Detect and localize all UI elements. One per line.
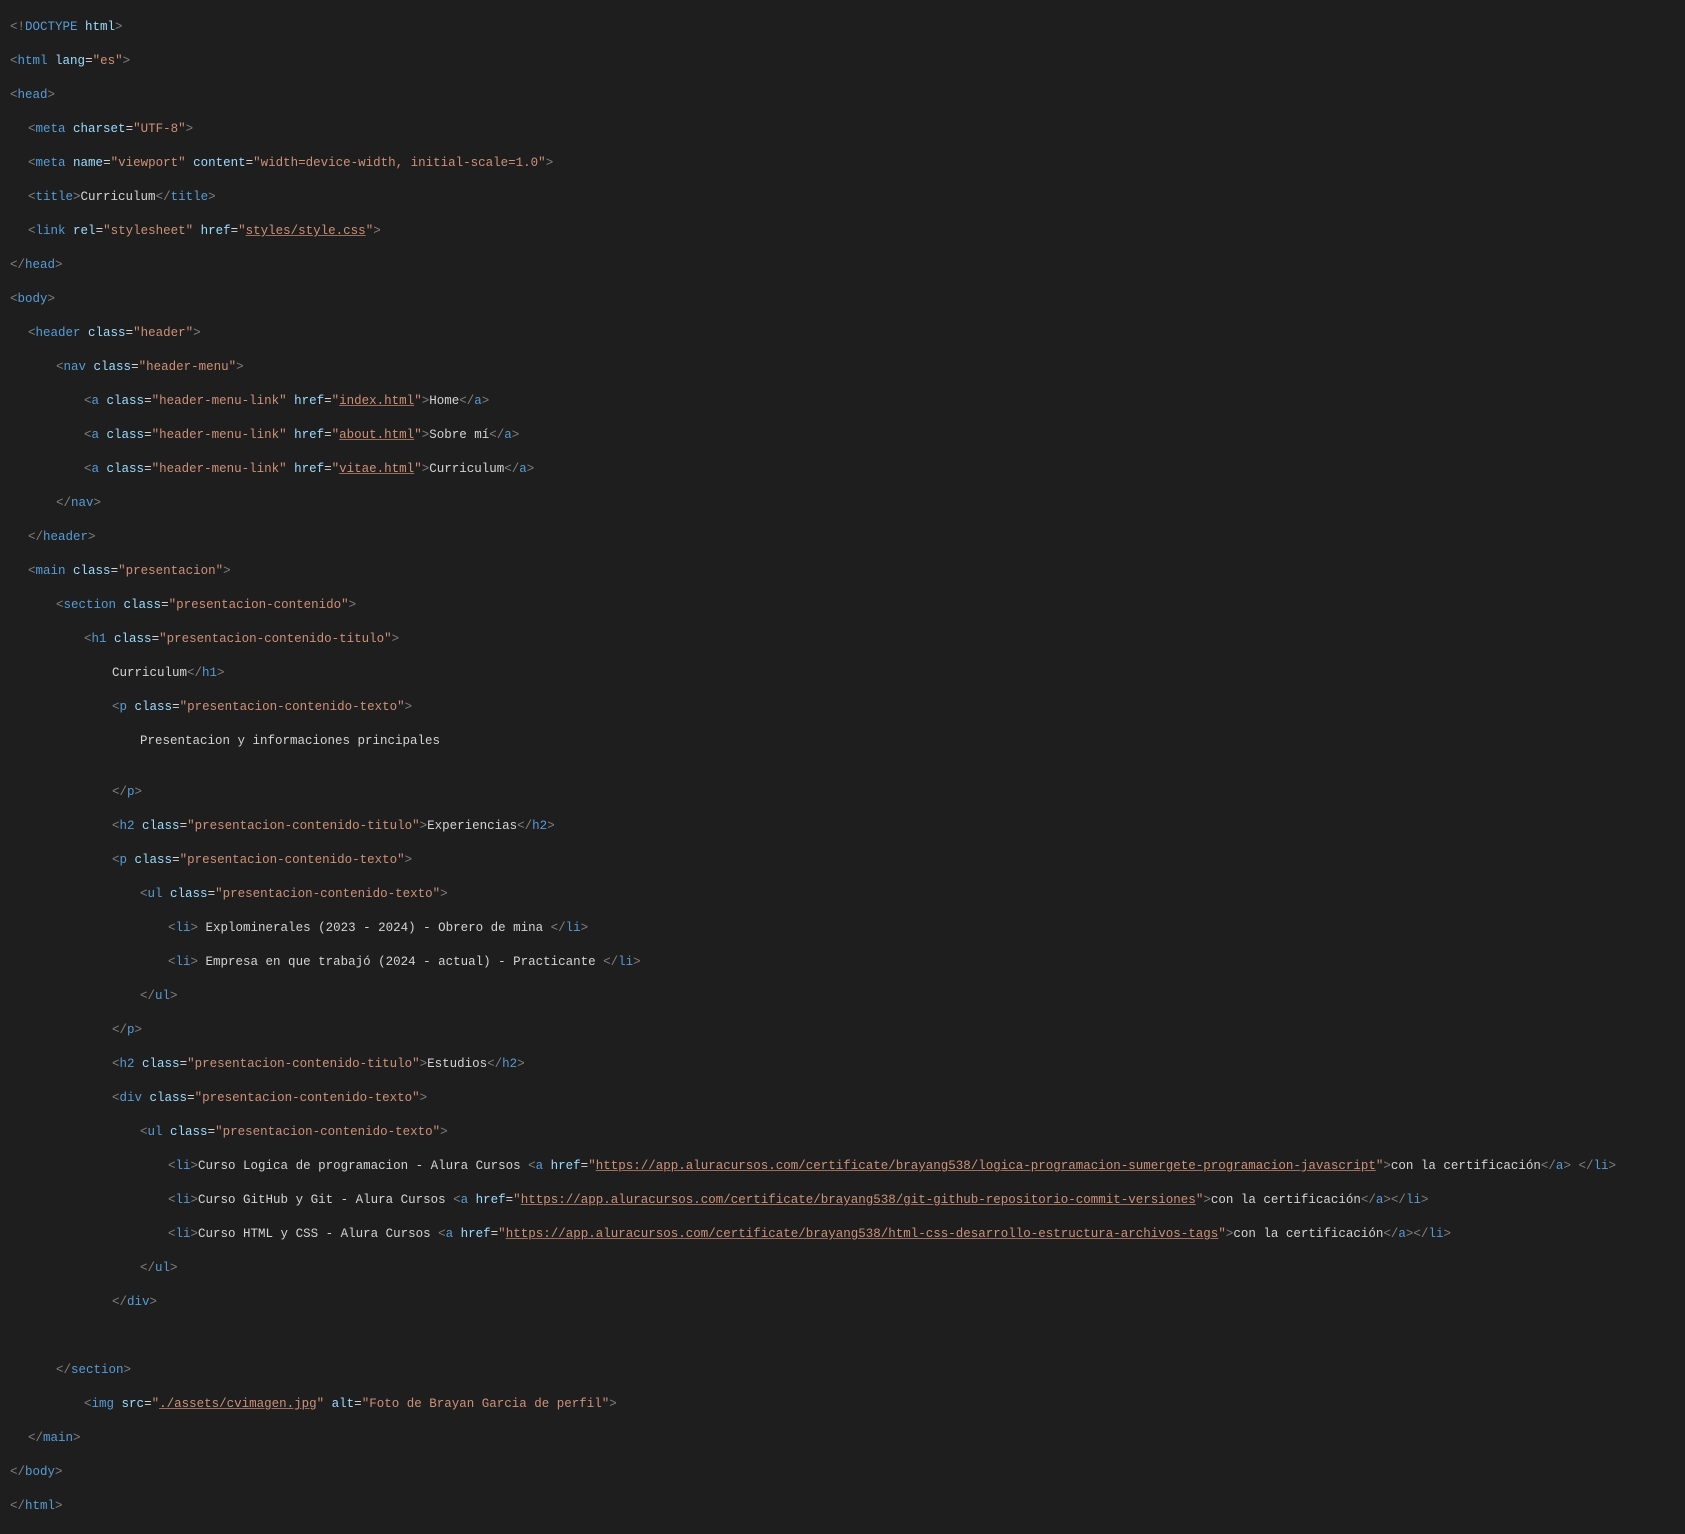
code-line[interactable]: Curriculum</h1> xyxy=(0,665,1685,682)
code-line[interactable]: </nav> xyxy=(0,495,1685,512)
code-line[interactable]: <a class="header-menu-link" href="vitae.… xyxy=(0,461,1685,478)
code-line[interactable]: </p> xyxy=(0,784,1685,801)
code-line[interactable]: <p class="presentacion-contenido-texto"> xyxy=(0,699,1685,716)
code-line[interactable]: <html lang="es"> xyxy=(0,53,1685,70)
code-line[interactable]: <body> xyxy=(0,291,1685,308)
code-line[interactable]: <link rel="stylesheet" href="styles/styl… xyxy=(0,223,1685,240)
code-line[interactable]: </ul> xyxy=(0,988,1685,1005)
code-line[interactable]: <p class="presentacion-contenido-texto"> xyxy=(0,852,1685,869)
code-line[interactable]: Presentacion y informaciones principales xyxy=(0,733,1685,750)
code-line[interactable]: </head> xyxy=(0,257,1685,274)
code-line[interactable]: <li>Curso GitHub y Git - Alura Cursos <a… xyxy=(0,1192,1685,1209)
code-line[interactable]: <li> Empresa en que trabajó (2024 - actu… xyxy=(0,954,1685,971)
code-editor[interactable]: <!DOCTYPE html> <html lang="es"> <head> … xyxy=(0,2,1685,1532)
code-line[interactable]: </html> xyxy=(0,1498,1685,1515)
code-line[interactable]: <h2 class="presentacion-contenido-titulo… xyxy=(0,1056,1685,1073)
code-line[interactable]: <ul class="presentacion-contenido-texto"… xyxy=(0,886,1685,903)
code-line[interactable]: <div class="presentacion-contenido-texto… xyxy=(0,1090,1685,1107)
code-line[interactable]: <h1 class="presentacion-contenido-titulo… xyxy=(0,631,1685,648)
code-line[interactable]: <meta charset="UTF-8"> xyxy=(0,121,1685,138)
code-line[interactable]: </main> xyxy=(0,1430,1685,1447)
code-line[interactable]: </header> xyxy=(0,529,1685,546)
code-line[interactable]: <title>Curriculum</title> xyxy=(0,189,1685,206)
code-line[interactable]: <head> xyxy=(0,87,1685,104)
code-line[interactable]: <li>Curso Logica de programacion - Alura… xyxy=(0,1158,1685,1175)
code-line[interactable]: </div> xyxy=(0,1294,1685,1311)
code-line[interactable] xyxy=(0,1328,1685,1345)
code-line[interactable]: <li>Curso HTML y CSS - Alura Cursos <a h… xyxy=(0,1226,1685,1243)
code-line[interactable]: </section> xyxy=(0,1362,1685,1379)
code-line[interactable]: <a class="header-menu-link" href="about.… xyxy=(0,427,1685,444)
code-line[interactable]: <h2 class="presentacion-contenido-titulo… xyxy=(0,818,1685,835)
code-line[interactable]: <header class="header"> xyxy=(0,325,1685,342)
code-line[interactable]: <nav class="header-menu"> xyxy=(0,359,1685,376)
code-line[interactable]: </p> xyxy=(0,1022,1685,1039)
code-line[interactable]: <a class="header-menu-link" href="index.… xyxy=(0,393,1685,410)
code-line[interactable]: </body> xyxy=(0,1464,1685,1481)
code-line[interactable]: <img src="./assets/cvimagen.jpg" alt="Fo… xyxy=(0,1396,1685,1413)
code-line[interactable]: <li> Explominerales (2023 - 2024) - Obre… xyxy=(0,920,1685,937)
code-line[interactable]: </ul> xyxy=(0,1260,1685,1277)
code-line[interactable]: <meta name="viewport" content="width=dev… xyxy=(0,155,1685,172)
code-line[interactable]: <ul class="presentacion-contenido-texto"… xyxy=(0,1124,1685,1141)
code-line[interactable]: <main class="presentacion"> xyxy=(0,563,1685,580)
code-line[interactable]: <!DOCTYPE html> xyxy=(0,19,1685,36)
code-line[interactable]: <section class="presentacion-contenido"> xyxy=(0,597,1685,614)
